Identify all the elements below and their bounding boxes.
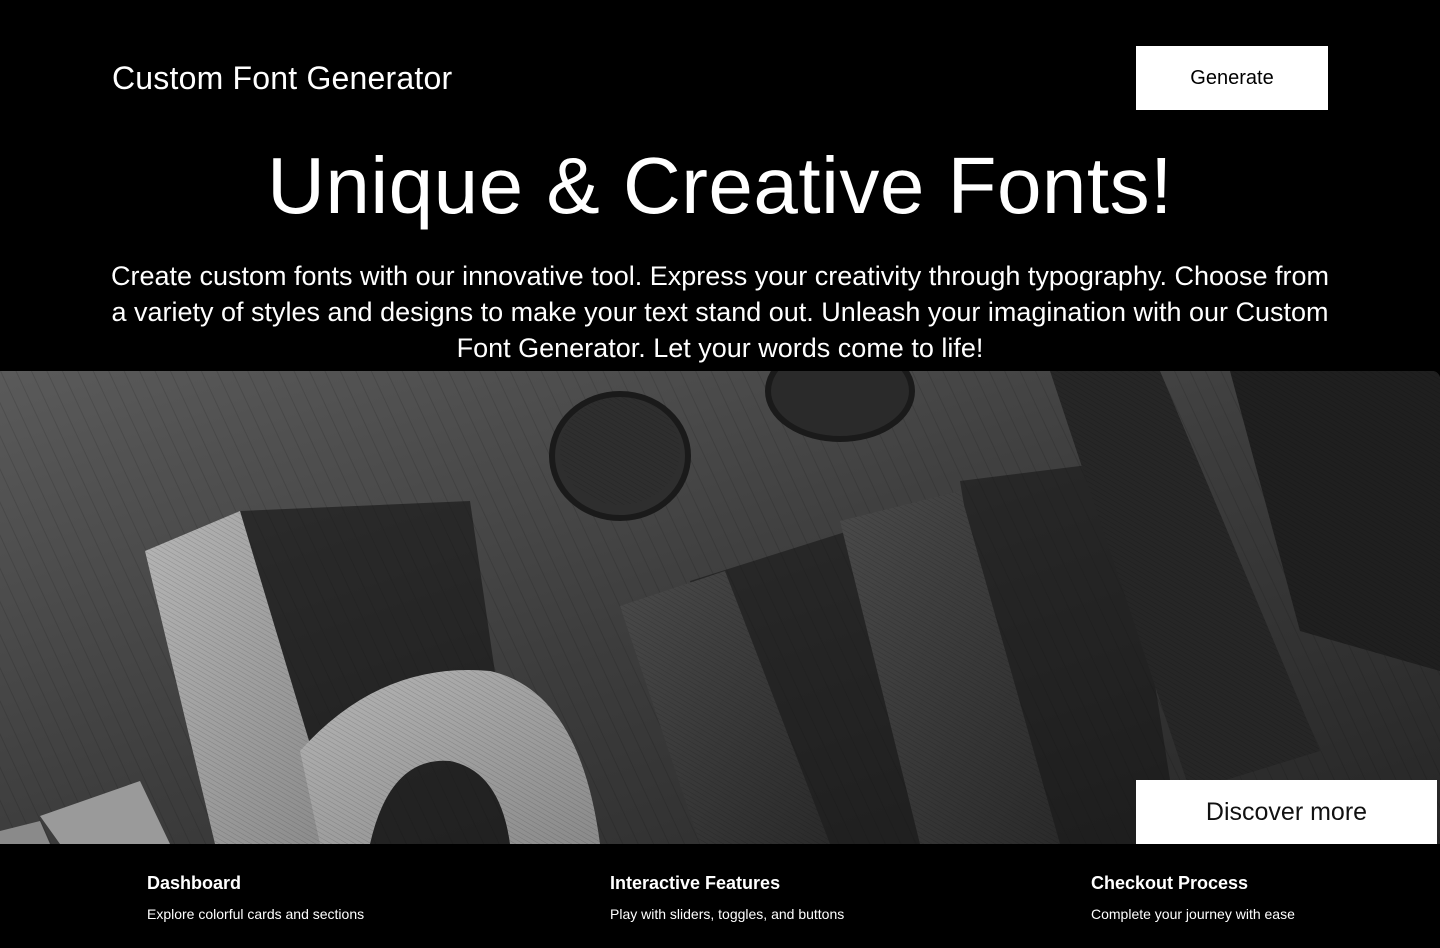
hero-title: Unique & Creative Fonts! [267,141,1173,230]
feature-title: Interactive Features [610,873,781,893]
letters-photo-illustration [0,371,1440,844]
site-header: Custom Font Generator Generate [0,0,1440,140]
hero-image [0,371,1440,844]
feature-interactive[interactable]: Interactive Features Play with sliders, … [610,872,844,923]
feature-title: Checkout Process [1091,873,1249,893]
generate-button[interactable]: Generate [1136,46,1328,110]
features-section: Dashboard Explore colorful cards and sec… [0,844,1440,948]
feature-description: Explore colorful cards and sections [147,906,365,922]
hero-description: Create custom fonts with our innovative … [110,261,1330,363]
feature-dashboard[interactable]: Dashboard Explore colorful cards and sec… [147,872,364,923]
brand-logo[interactable]: Custom Font Generator [112,58,452,98]
feature-description: Play with sliders, toggles, and buttons [610,906,845,922]
feature-checkout[interactable]: Checkout Process Complete your journey w… [1091,872,1295,923]
discover-more-button[interactable]: Discover more [1136,780,1437,844]
feature-title: Dashboard [147,873,242,893]
feature-description: Complete your journey with ease [1091,906,1295,922]
